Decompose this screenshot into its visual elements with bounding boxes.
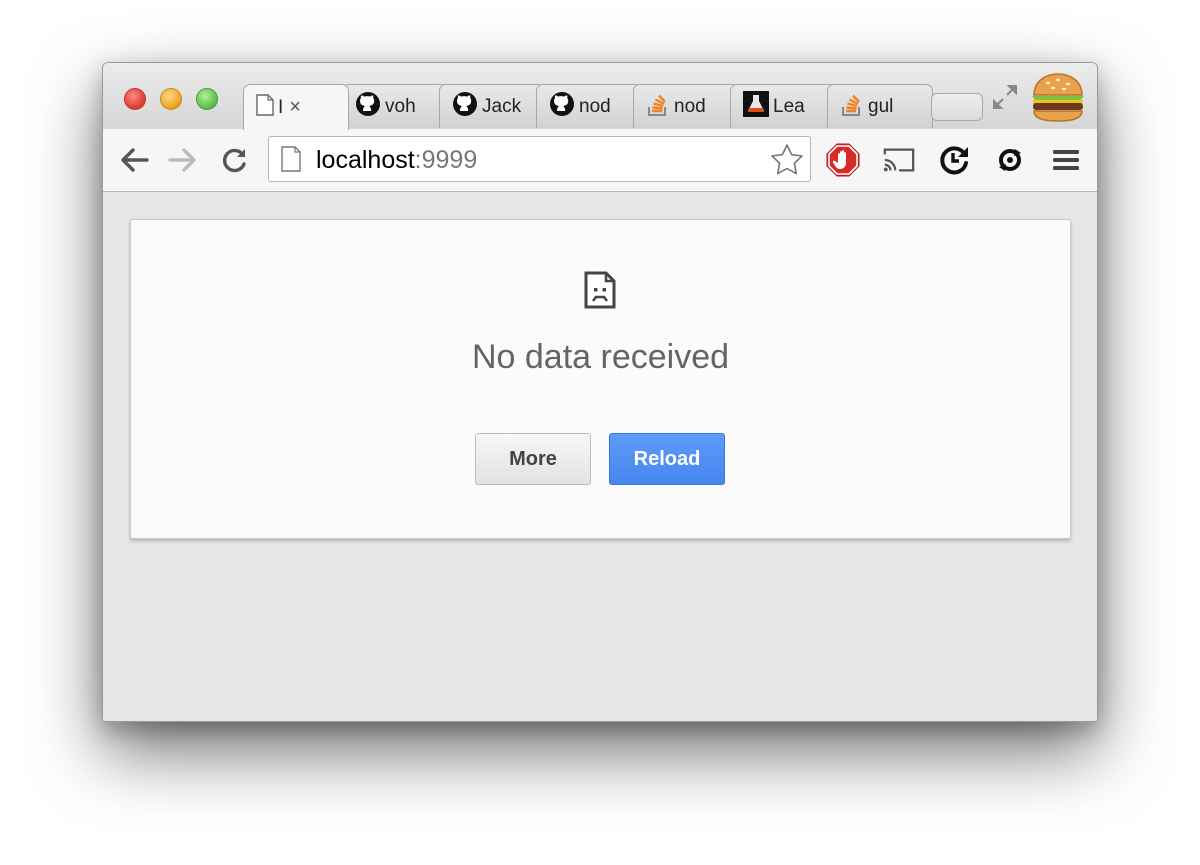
tab-github-jack[interactable]: Jack <box>439 84 545 128</box>
more-button[interactable]: More <box>475 433 591 485</box>
adblock-icon[interactable] <box>826 143 860 177</box>
back-arrow-icon[interactable] <box>117 143 151 177</box>
minimize-window-button[interactable] <box>160 88 182 110</box>
error-title: No data received <box>471 338 730 376</box>
title-bar: I × voh Jack nod nod Lea gul <box>103 63 1097 130</box>
reload-button[interactable]: Reload <box>609 433 725 485</box>
error-card: No data received More Reload <box>130 219 1071 539</box>
tab-label: Lea <box>773 95 805 117</box>
bookmark-star-icon[interactable] <box>770 143 804 180</box>
github-icon <box>355 91 381 122</box>
browser-window: I × voh Jack nod nod Lea gul localhost:9… <box>102 62 1098 722</box>
page-icon <box>281 146 301 177</box>
page-icon <box>256 94 274 121</box>
tab-github-nod[interactable]: nod <box>536 84 642 128</box>
address-host: localhost <box>316 146 415 174</box>
close-window-button[interactable] <box>124 88 146 110</box>
new-tab-button[interactable] <box>931 93 983 121</box>
maximize-window-button[interactable] <box>196 88 218 110</box>
lab-icon <box>743 91 769 122</box>
address-bar[interactable]: localhost:9999 <box>268 136 811 182</box>
forward-arrow-icon[interactable] <box>166 143 200 177</box>
address-text: localhost:9999 <box>316 146 477 175</box>
hamburger-emoji-icon <box>1028 71 1088 125</box>
tab-label: nod <box>674 95 706 117</box>
tab-label: gul <box>868 95 894 117</box>
menu-icon[interactable] <box>1049 143 1083 177</box>
address-port: :9999 <box>414 146 478 174</box>
cast-icon[interactable] <box>882 143 916 177</box>
tab-stackoverflow-gulp[interactable]: gul <box>827 84 933 128</box>
refresh-extension-icon[interactable] <box>937 143 971 177</box>
tab-label: I <box>278 96 284 118</box>
fullscreen-icon[interactable] <box>991 83 1019 111</box>
tab-active[interactable]: I × <box>243 84 349 130</box>
tab-label: nod <box>579 95 611 117</box>
browser-toolbar: localhost:9999 <box>103 129 1097 192</box>
stackoverflow-icon <box>646 91 670 122</box>
tab-label: voh <box>385 95 416 117</box>
reload-page-icon[interactable] <box>218 143 252 177</box>
sad-page-icon <box>584 271 616 314</box>
tab-label: Jack <box>482 95 522 117</box>
stackoverflow-icon <box>840 91 864 122</box>
github-icon <box>452 91 478 122</box>
tab-stackoverflow-nod[interactable]: nod <box>633 84 739 128</box>
sync-extension-icon[interactable] <box>993 143 1027 177</box>
page-content: No data received More Reload <box>103 192 1097 721</box>
github-icon <box>549 91 575 122</box>
tab-close-button[interactable]: × <box>289 96 301 119</box>
tab-lea[interactable]: Lea <box>730 84 836 128</box>
tab-github-voh[interactable]: voh <box>342 84 448 128</box>
